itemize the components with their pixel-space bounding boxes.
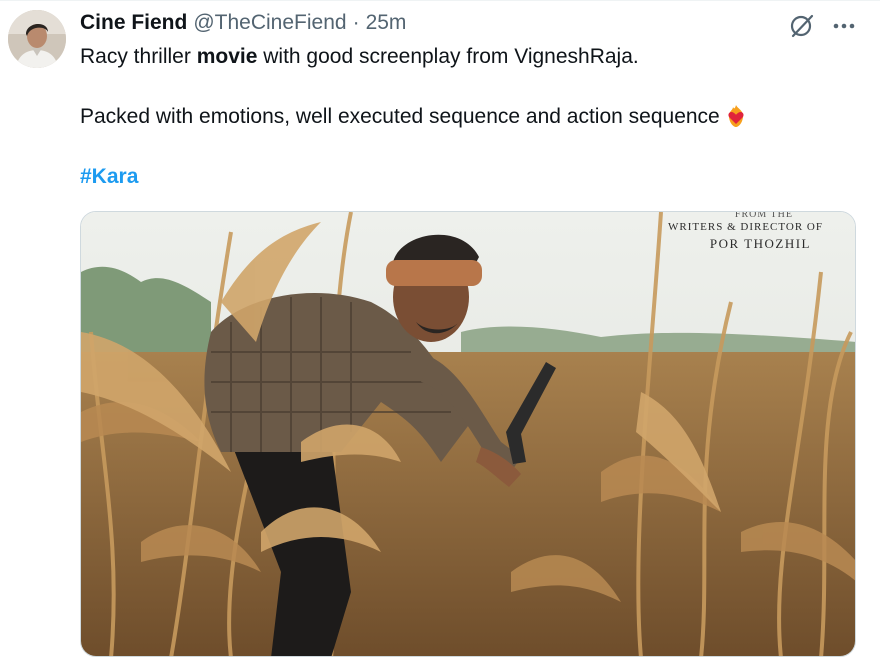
tweet-media-image[interactable]: FROM THE WRITERS & DIRECTOR OF POR THOZH… [80, 211, 856, 657]
separator-dot: · [352, 11, 360, 34]
tweet-text-line-2: Packed with emotions, well executed sequ… [80, 103, 748, 131]
tweet-text-line-1: Racy thriller movie with good screenplay… [80, 43, 639, 71]
avatar[interactable] [8, 10, 66, 68]
bold-text: movie [196, 45, 258, 68]
text-segment: Racy thriller [80, 45, 197, 68]
heart-on-fire-emoji [724, 104, 748, 128]
divider [0, 0, 880, 1]
user-handle[interactable]: @TheCineFiend [193, 11, 346, 35]
timestamp[interactable]: 25m [366, 11, 407, 35]
display-name[interactable]: Cine Fiend [80, 11, 187, 35]
tweet-header: Cine Fiend @TheCineFiend · 25m [80, 10, 406, 36]
poster-text-por-thozhil: POR THOZHIL [709, 236, 811, 251]
poster-text-from: FROM THE [734, 211, 793, 220]
more-icon[interactable] [830, 14, 858, 38]
text-segment: Packed with emotions, well executed sequ… [80, 105, 720, 128]
tweet[interactable]: Cine Fiend @TheCineFiend · 25m Racy thri… [0, 0, 880, 663]
poster-text-writers-director: WRITERS & DIRECTOR OF [668, 221, 823, 233]
text-segment: with good screenplay from VigneshRaja. [257, 45, 639, 68]
hashtag-link[interactable]: #Kara [80, 163, 138, 191]
grok-icon[interactable] [788, 12, 816, 40]
